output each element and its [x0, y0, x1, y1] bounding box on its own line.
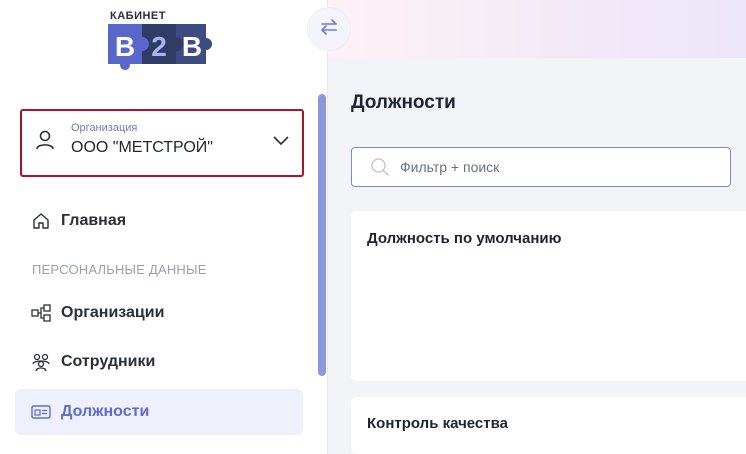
organization-selector[interactable]: Организация ООО "МЕТСТРОЙ" — [20, 109, 304, 177]
organization-caption: Организация — [71, 122, 138, 134]
hierarchy-icon — [31, 303, 51, 323]
position-card-title: Контроль качества — [367, 415, 508, 432]
top-header — [328, 0, 746, 58]
people-icon — [31, 352, 51, 372]
search-icon — [370, 157, 390, 177]
nav-item-employees[interactable]: Сотрудники — [15, 339, 303, 385]
logo-letter-3: B — [182, 31, 202, 62]
position-card[interactable]: Должность по умолчанию — [351, 211, 746, 381]
b2b-logo[interactable]: КАБИНЕТ B 2 B — [106, 10, 212, 74]
nav-label-organizations: Организации — [61, 304, 165, 321]
b2b-logo-icon: B 2 B — [108, 24, 212, 70]
sidebar-toggle-button[interactable] — [307, 7, 351, 51]
chevron-down-icon — [272, 131, 290, 154]
logo-letter-2: 2 — [151, 31, 167, 62]
position-card[interactable]: Контроль качества — [351, 397, 746, 454]
section-label-personal-data: ПЕРСОНАЛЬНЫЕ ДАННЫЕ — [32, 262, 207, 277]
search-box[interactable] — [351, 147, 731, 187]
nav-label-positions: Должности — [61, 403, 150, 420]
sidebar-scrollbar[interactable] — [318, 94, 326, 376]
id-card-icon — [31, 402, 51, 422]
nav-label-employees: Сотрудники — [61, 353, 156, 370]
nav-label-home: Главная — [61, 212, 127, 229]
position-card-title: Должность по умолчанию — [367, 230, 562, 247]
swap-arrows-icon — [319, 18, 339, 41]
sidebar: КАБИНЕТ B 2 B Организация ООО "МЕТСТРОЙ"… — [0, 0, 328, 454]
organization-name: ООО "МЕТСТРОЙ" — [71, 139, 213, 156]
home-icon — [31, 211, 51, 231]
nav-item-positions[interactable]: Должности — [15, 389, 303, 435]
nav-item-home[interactable]: Главная — [15, 198, 303, 244]
user-icon — [34, 129, 56, 156]
nav-item-organizations[interactable]: Организации — [15, 290, 303, 336]
page-title: Должности — [351, 92, 456, 113]
search-input[interactable] — [400, 159, 700, 175]
logo-letter-1: B — [115, 31, 135, 62]
